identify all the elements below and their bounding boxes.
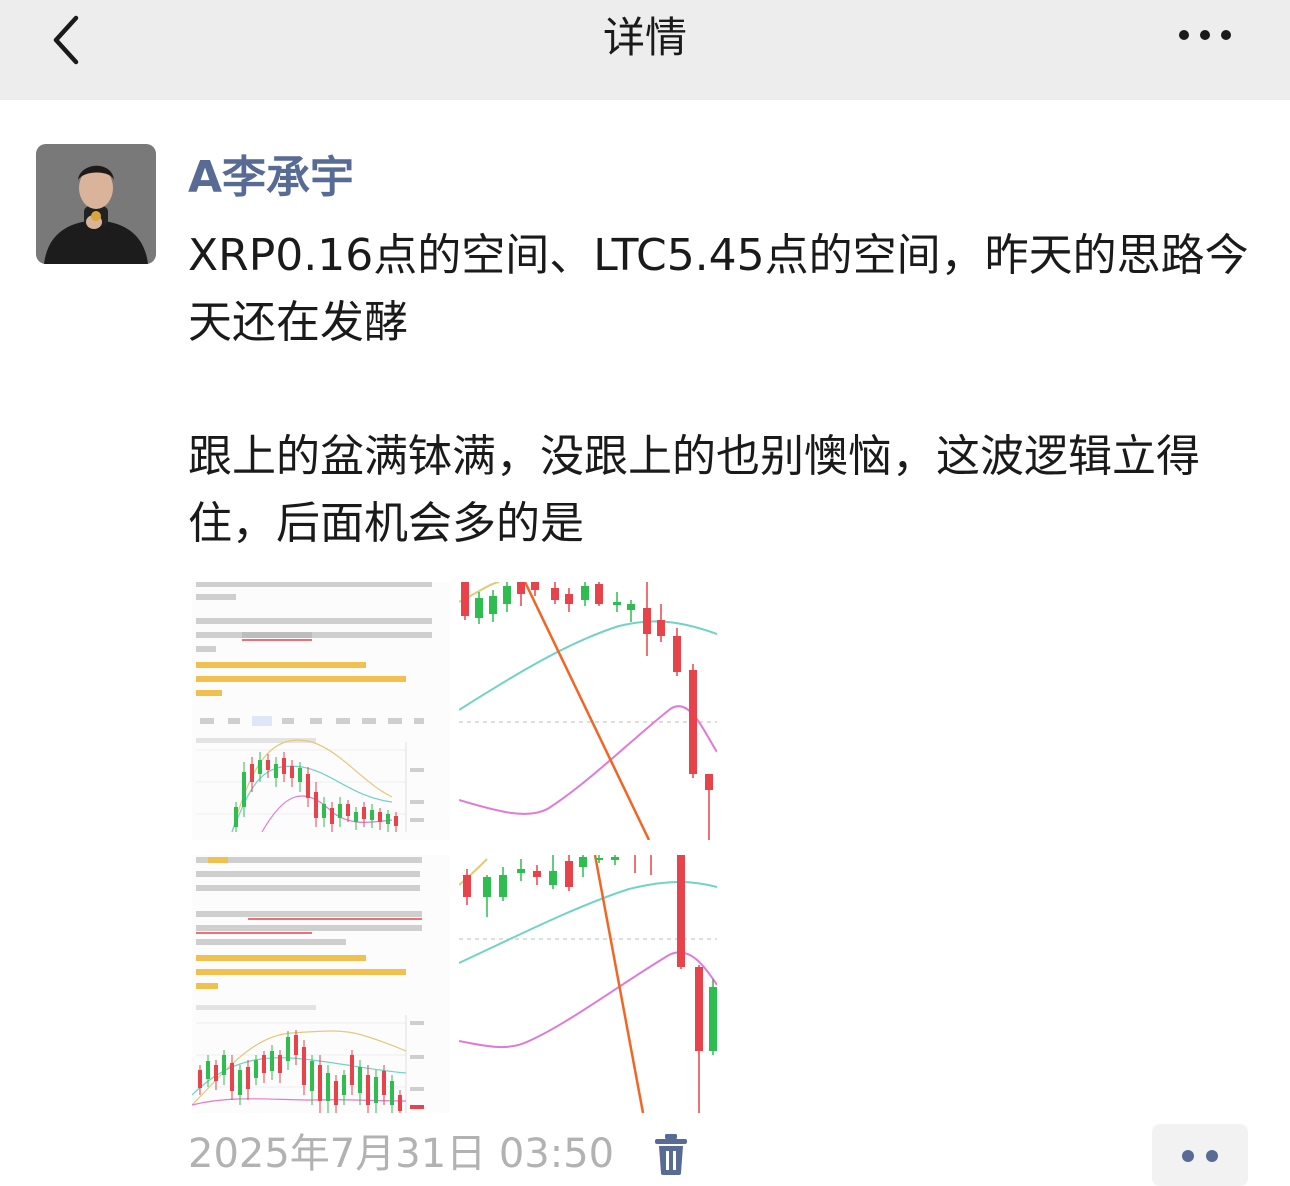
post-text: XRP0.16点的空间、LTC5.45点的空间，昨天的思路今天还在发酵 跟上的盆… [188,230,1249,549]
more-dots-icon [1206,1150,1218,1162]
page-title: 详情 [602,13,687,62]
post-timestamp: 2025年7月31日 03:50 [188,1131,615,1177]
trash-icon[interactable] [652,1132,690,1176]
xrp-analysis-screenshot[interactable] [192,582,450,840]
author-name[interactable]: A李承宇 [188,148,354,208]
top-nav-bar: 详情 [0,0,1290,100]
ltc-analysis-screenshot[interactable] [192,855,450,1113]
more-horizontal-icon[interactable] [1172,20,1238,50]
more-dots-icon [1182,1150,1194,1162]
more-actions-button[interactable] [1152,1124,1248,1186]
xrp-candlestick-closeup[interactable] [459,582,717,840]
avatar[interactable] [36,144,156,264]
ltc-candlestick-closeup[interactable] [459,855,717,1113]
